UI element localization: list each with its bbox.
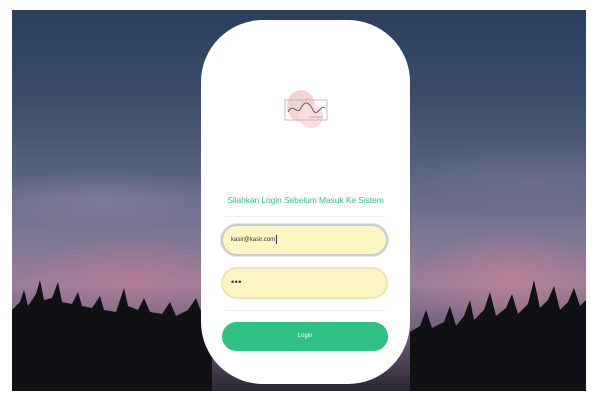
password-field[interactable]: ••• (221, 267, 388, 299)
login-card: Silahkan Login Sebelum Masuk Ke Sistem k… (201, 20, 410, 384)
password-value: ••• (231, 277, 242, 287)
login-button[interactable]: Login (222, 322, 388, 351)
divider (225, 310, 385, 311)
email-value: kasir@kasir.com (231, 237, 276, 243)
handwritten-logo (284, 90, 328, 128)
login-subtitle: Silahkan Login Sebelum Masuk Ke Sistem (227, 195, 384, 205)
text-caret (276, 234, 278, 244)
divider (225, 216, 385, 217)
email-field[interactable]: kasir@kasir.com (221, 224, 388, 256)
